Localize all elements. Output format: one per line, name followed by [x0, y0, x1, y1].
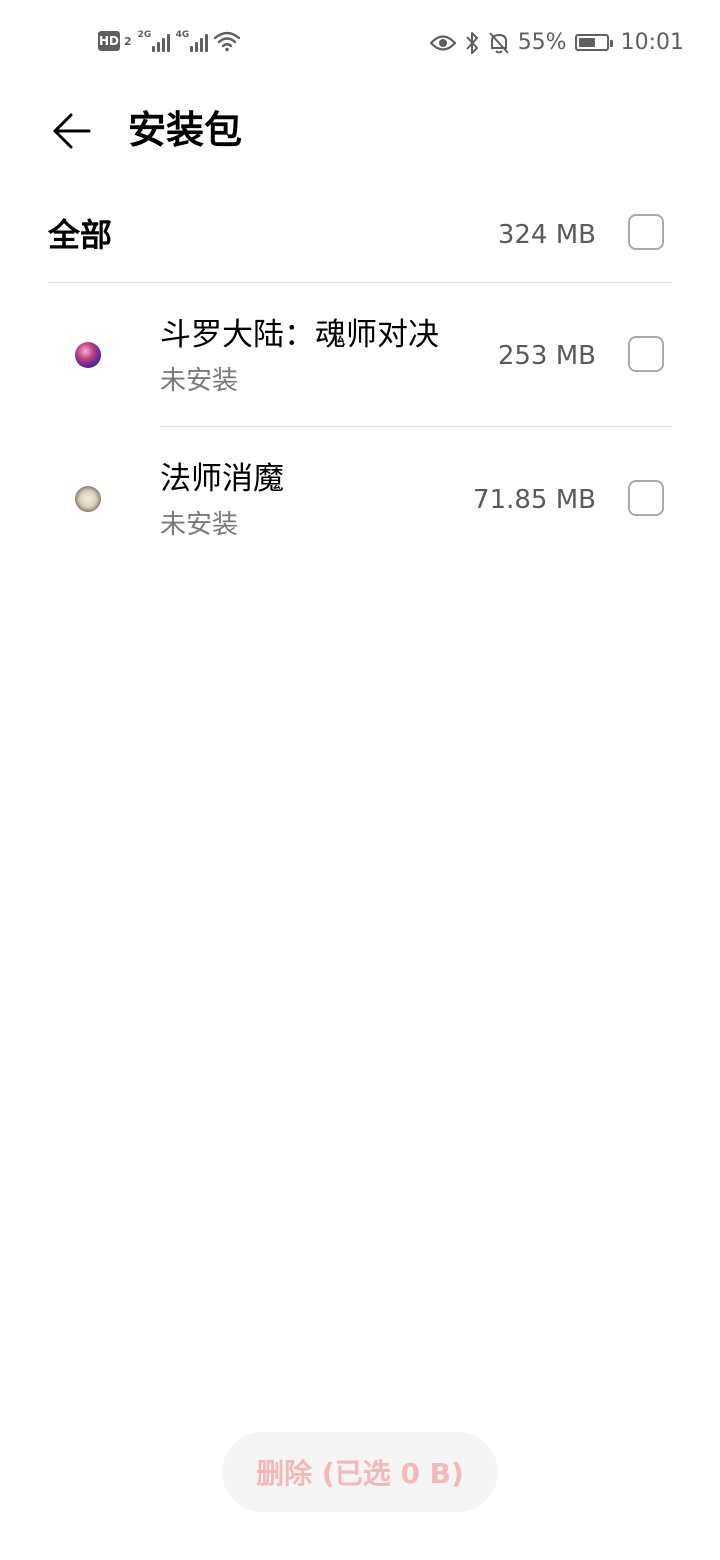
battery-percent: 55% — [517, 30, 567, 55]
total-size: 324 MB — [497, 220, 596, 250]
list-item[interactable]: 斗罗大陆：魂师对决 未安装 253 MB — [0, 283, 720, 427]
mute-bell-icon — [488, 31, 510, 55]
signal-1-icon: 2G — [138, 30, 170, 52]
delete-button[interactable]: 删除 (已选 0 B) — [222, 1432, 498, 1512]
status-bar-left: HD 2 2G 4G — [98, 30, 240, 52]
app-install-status: 未安装 — [160, 366, 239, 396]
fashi-app-icon — [75, 486, 101, 512]
bluetooth-icon — [464, 31, 480, 55]
app-name: 斗罗大陆：魂师对决 — [160, 317, 439, 353]
list-item[interactable]: 法师消魔 未安装 71.85 MB — [0, 427, 720, 571]
app-checkbox[interactable] — [628, 336, 664, 372]
hd-badge: HD — [98, 31, 120, 51]
status-bar: HD 2 2G 4G 55% 10:01 — [0, 0, 720, 88]
app-size: 253 MB — [497, 341, 596, 371]
page: HD 2 2G 4G 55% 10:01 安装包 全部 324 MB 斗罗大陆：… — [0, 0, 720, 1560]
signal-2-icon: 4G — [176, 30, 208, 52]
signal-1-generation: 2G — [137, 30, 152, 40]
page-title: 安装包 — [128, 108, 243, 152]
sim-number: 2 — [124, 34, 132, 48]
signal-2-generation: 4G — [175, 30, 190, 40]
app-install-status: 未安装 — [160, 510, 239, 540]
clock: 10:01 — [620, 30, 684, 55]
select-all-checkbox[interactable] — [628, 214, 664, 250]
app-name: 法师消魔 — [160, 461, 284, 497]
douluo-app-icon — [75, 342, 101, 368]
wifi-icon — [213, 31, 240, 52]
back-arrow-icon — [53, 113, 91, 149]
app-size: 71.85 MB — [473, 485, 596, 515]
app-checkbox[interactable] — [628, 480, 664, 516]
select-all-row[interactable]: 全部 324 MB — [48, 196, 672, 283]
select-all-label: 全部 — [48, 216, 113, 254]
battery-icon — [574, 34, 613, 51]
header: 安装包 — [0, 96, 720, 166]
back-button[interactable] — [46, 106, 96, 156]
status-bar-right: 55% 10:01 — [429, 30, 684, 55]
eye-icon — [429, 34, 456, 52]
